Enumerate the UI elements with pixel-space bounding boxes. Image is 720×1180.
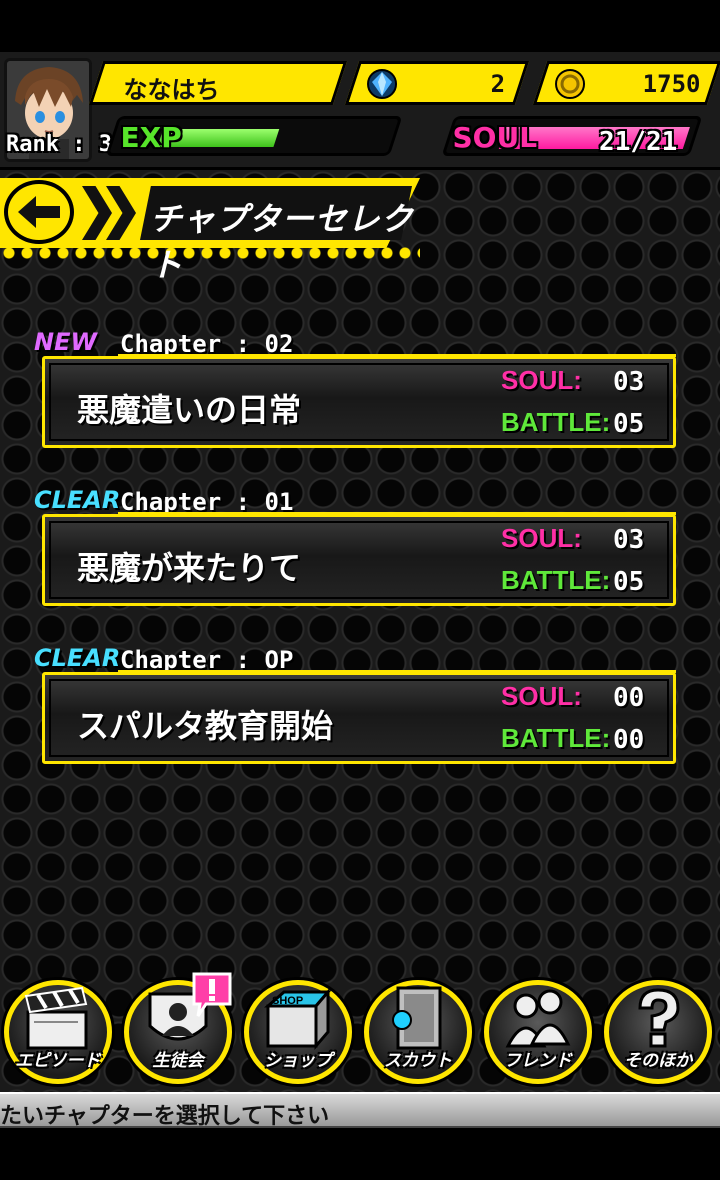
- bottom-bar: [0, 1128, 720, 1180]
- soul-value: 21/21: [598, 127, 678, 156]
- chapter-card[interactable]: 悪魔遣いの日常 SOUL: 03 BATTLE: 05: [42, 356, 676, 448]
- soul-cost-value: 03: [613, 367, 645, 397]
- soul-cost-label: SOUL:: [501, 681, 582, 711]
- chapter-status-badge: CLEAR: [34, 486, 121, 514]
- soul-label: SOUL: [452, 121, 538, 154]
- battle-count-label: BATTLE:: [501, 565, 611, 595]
- player-hud: Rank : 3 ななはち 2 1750 EXP SOUL 21/21: [0, 52, 720, 170]
- player-name-plate: ななはち: [88, 61, 348, 105]
- coin-counter[interactable]: 1750: [532, 61, 720, 106]
- scout-door-icon: [392, 986, 442, 1050]
- page-header: チャプターセレクト: [0, 172, 430, 284]
- menu-label: スカウト: [384, 1051, 452, 1071]
- back-button[interactable]: [4, 180, 74, 244]
- friend-icon: [505, 989, 571, 1048]
- chapter-item[interactable]: NEW Chapter : 02 悪魔遣いの日常 SOUL: 03 BATTLE…: [34, 328, 684, 450]
- chapter-title: 悪魔が来たりて: [77, 549, 302, 587]
- gem-counter[interactable]: 2: [344, 61, 530, 106]
- battle-count-label: BATTLE:: [501, 723, 611, 753]
- gem-icon: [364, 66, 400, 106]
- gem-count: 2: [490, 70, 505, 98]
- bottom-menu: エピソード 生徒会 SHOP ショップ スカウト フレンド そのほか: [0, 968, 720, 1088]
- chapter-item[interactable]: CLEAR Chapter : 01 悪魔が来たりて SOUL: 03 BATT…: [34, 486, 684, 608]
- battle-count-label: BATTLE:: [501, 407, 611, 437]
- menu-label: 生徒会: [152, 1051, 204, 1071]
- chapter-title: 悪魔遣いの日常: [77, 391, 302, 429]
- notification-badge[interactable]: [192, 972, 232, 1018]
- rank-label: Rank : 3: [6, 132, 112, 157]
- soul-cost-label: SOUL:: [501, 365, 582, 395]
- page-title: チャプターセレクト: [150, 200, 414, 284]
- menu-label: ショップ: [264, 1051, 332, 1071]
- chapter-item[interactable]: CLEAR Chapter : OP スパルタ教育開始 SOUL: 00 BAT…: [34, 644, 684, 766]
- clapperboard-icon: [24, 986, 88, 1050]
- soul-cost-value: 00: [613, 683, 645, 713]
- coin-icon: [552, 66, 588, 106]
- chapter-status-badge: CLEAR: [34, 644, 121, 672]
- exp-bar: EXP: [105, 116, 403, 156]
- arrow-left-icon: [18, 196, 60, 228]
- message-ticker: たいチャプターを選択して下さい: [0, 1092, 720, 1129]
- chapter-card[interactable]: スパルタ教育開始 SOUL: 00 BATTLE: 00: [42, 672, 676, 764]
- exclamation-icon: [192, 972, 232, 1017]
- status-bar-area: [0, 0, 720, 52]
- menu-friend-button[interactable]: フレンド: [482, 976, 594, 1084]
- menu-other-button[interactable]: そのほか: [602, 976, 714, 1084]
- menu-label: エピソード: [15, 1051, 101, 1071]
- ticker-text: たいチャプターを選択して下さい: [0, 1104, 330, 1129]
- battle-count-value: 00: [613, 725, 645, 755]
- battle-count-value: 05: [613, 567, 645, 597]
- chapter-status-badge: NEW: [34, 328, 97, 356]
- svg-text:SHOP: SHOP: [272, 995, 303, 1007]
- player-name: ななはち: [123, 76, 220, 104]
- exp-label: EXP: [120, 121, 182, 154]
- menu-scout-button[interactable]: スカウト: [362, 976, 474, 1084]
- chapter-card[interactable]: 悪魔が来たりて SOUL: 03 BATTLE: 05: [42, 514, 676, 606]
- menu-episode-button[interactable]: エピソード: [2, 976, 114, 1084]
- coin-count: 1750: [642, 70, 701, 98]
- soul-cost-value: 03: [613, 525, 645, 555]
- chapter-title: スパルタ教育開始: [77, 707, 334, 745]
- battle-count-value: 05: [613, 409, 645, 439]
- menu-label: そのほか: [624, 1051, 692, 1071]
- question-icon: [638, 988, 680, 1048]
- menu-shop-button[interactable]: SHOP ショップ: [242, 976, 354, 1084]
- shop-icon: SHOP: [264, 987, 332, 1051]
- soul-bar: SOUL 21/21: [441, 116, 703, 156]
- menu-label: フレンド: [504, 1051, 572, 1071]
- soul-cost-label: SOUL:: [501, 523, 582, 553]
